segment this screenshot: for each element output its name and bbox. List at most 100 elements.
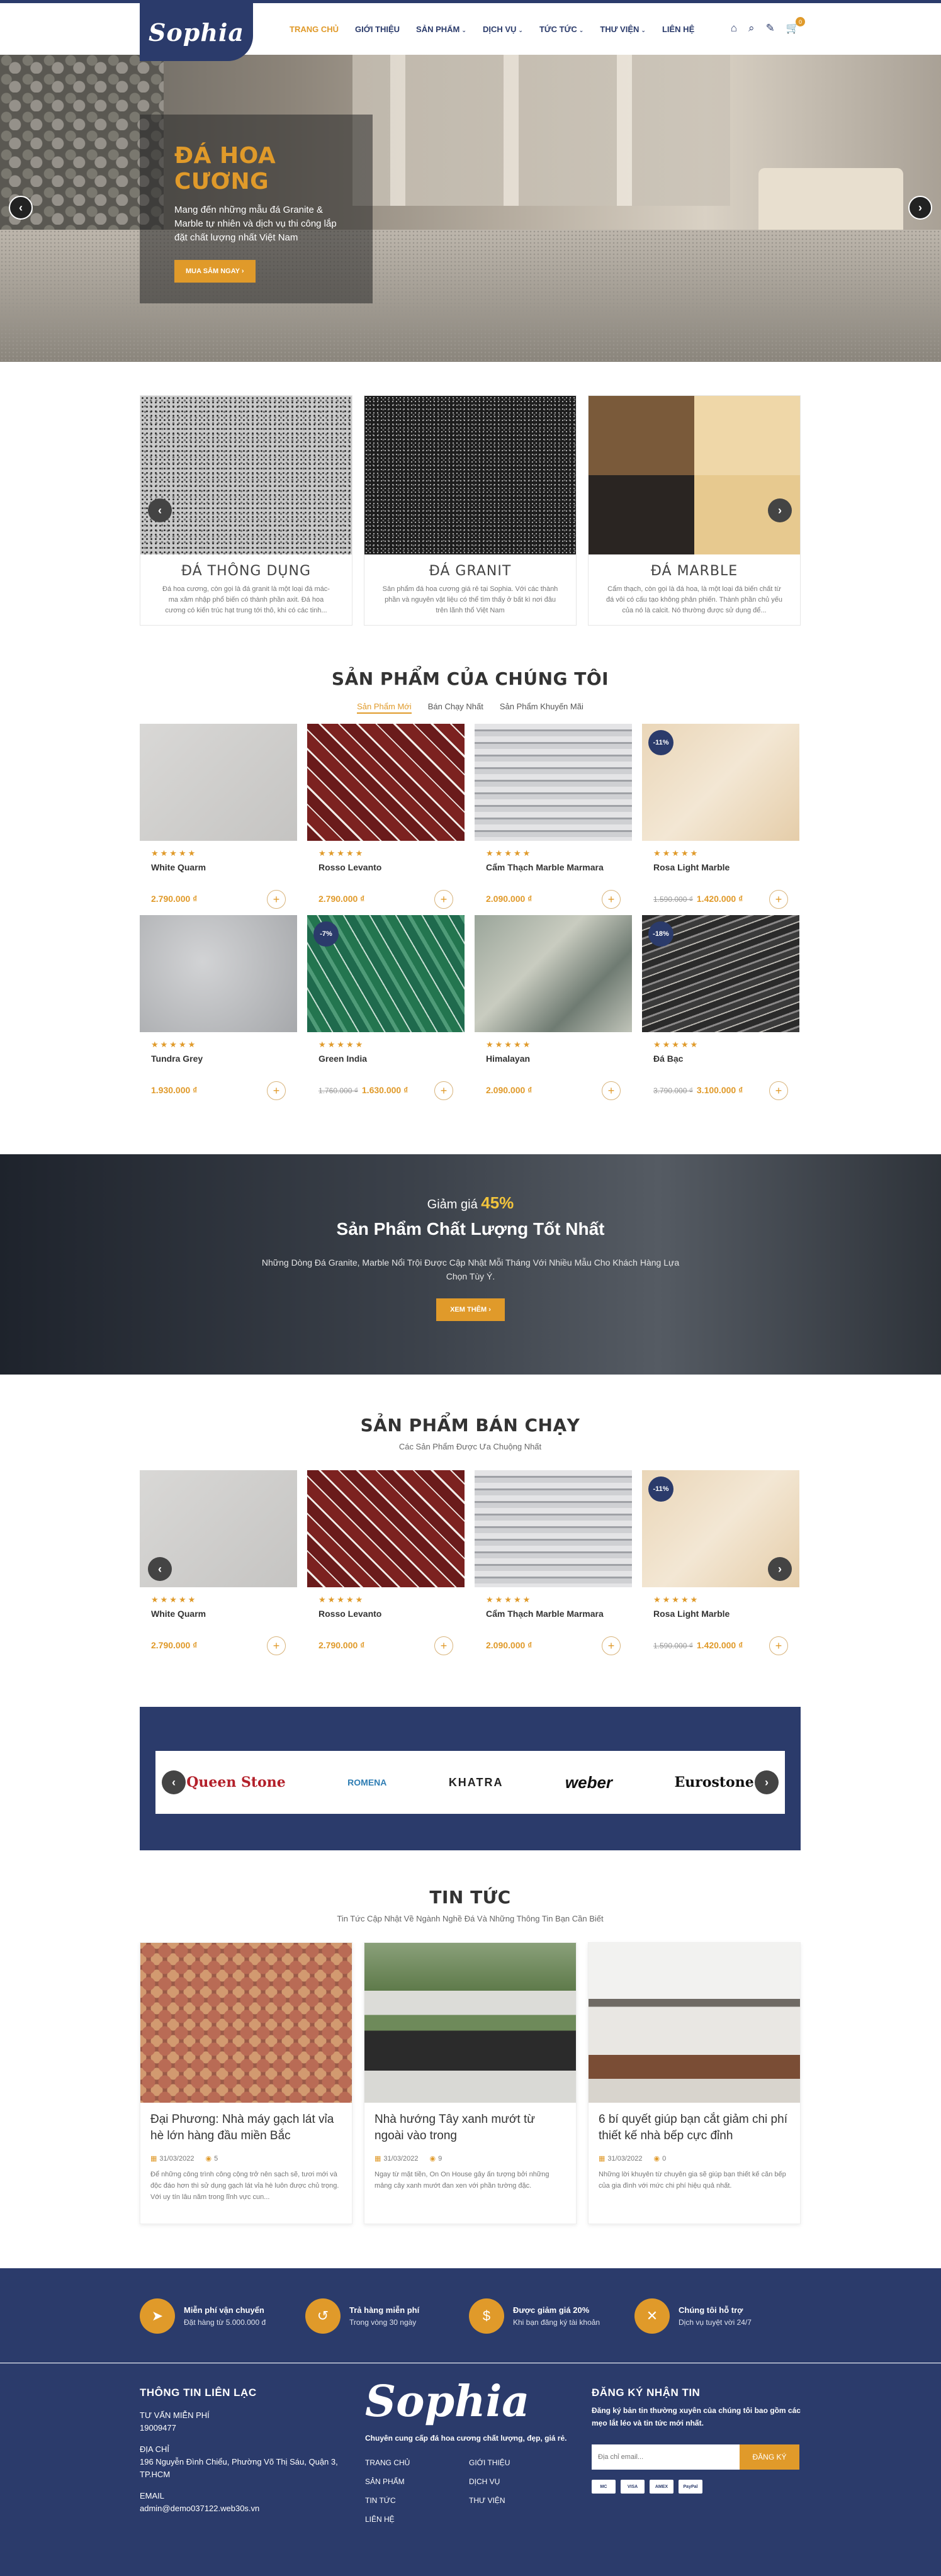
news-image[interactable] [589, 1943, 800, 2103]
product-card[interactable]: ★★★★★ Cẩm Thạch Marble Marmara 2.090.000 ₫… [475, 1470, 632, 1655]
product-name[interactable]: Rosso Levanto [318, 862, 465, 872]
footer-link[interactable]: GIỚI THIỆU [469, 2458, 563, 2467]
add-to-cart-icon[interactable]: + [769, 1636, 788, 1655]
partner-logo[interactable]: Queen Stone [186, 1774, 286, 1791]
add-to-cart-icon[interactable]: + [769, 1081, 788, 1100]
footer-link[interactable]: LIÊN HỆ [365, 2515, 469, 2524]
add-to-cart-icon[interactable]: + [434, 1081, 453, 1100]
product-card[interactable]: ★★★★★ Rosso Levanto 2.790.000 ₫ + [307, 724, 465, 909]
add-to-cart-icon[interactable]: + [267, 890, 286, 909]
news-card[interactable]: Đại Phương: Nhà máy gạch lát vỉa hè lớn … [140, 1942, 352, 2224]
subscribe-button[interactable]: ĐĂNG KÝ [740, 2444, 799, 2470]
newsletter-email-input[interactable] [592, 2444, 740, 2470]
product-image[interactable] [475, 915, 632, 1032]
add-to-cart-icon[interactable]: + [602, 890, 621, 909]
category-name[interactable]: ĐÁ GRANIT [364, 563, 576, 579]
product-image[interactable] [475, 724, 632, 841]
product-card[interactable]: ★★★★★ Himalayan 2.090.000 ₫ + [475, 915, 632, 1100]
category-card[interactable]: ĐÁ GRANIT Sản phẩm đá hoa cương giá rẻ tạ… [364, 395, 577, 626]
partner-logo[interactable]: Eurostone [674, 1774, 753, 1791]
see-more-button[interactable]: XEM THÊM › [436, 1298, 505, 1321]
product-card[interactable]: ★★★★★ Cẩm Thạch Marble Marmara 2.090.000 ₫… [475, 724, 632, 909]
news-title[interactable]: Đại Phương: Nhà máy gạch lát vỉa hè lớn … [150, 2112, 342, 2147]
product-name[interactable]: Tundra Grey [151, 1054, 297, 1064]
bestseller-prev-arrow-icon[interactable]: ‹ [148, 1557, 172, 1581]
product-image[interactable] [307, 1470, 465, 1587]
footer-link[interactable]: TRANG CHỦ [365, 2458, 469, 2467]
nav-item-0[interactable]: TRANG CHỦ [290, 25, 339, 34]
category-name[interactable]: ĐÁ THÔNG DỤNG [140, 563, 352, 579]
category-image[interactable] [140, 396, 352, 554]
news-title[interactable]: Nhà hướng Tây xanh mướt từ ngoài vào tro… [375, 2112, 566, 2147]
search-icon[interactable]: ⌕ [748, 22, 755, 35]
product-name[interactable]: Đá Bạc [653, 1054, 799, 1064]
tab-1[interactable]: Bán Chạy Nhất [428, 702, 483, 714]
product-name[interactable]: Green India [318, 1054, 465, 1064]
product-name[interactable]: Rosa Light Marble [653, 1609, 799, 1619]
product-image[interactable]: -18% [642, 915, 799, 1032]
news-card[interactable]: 6 bí quyết giúp bạn cắt giảm chi phí thi… [588, 1942, 801, 2224]
product-name[interactable]: White Quarm [151, 862, 297, 872]
edit-icon[interactable]: ✎ [766, 22, 775, 35]
product-card[interactable]: ★★★★★ White Quarm 2.790.000 ₫ + [140, 724, 297, 909]
product-card[interactable]: -18% ★★★★★ Đá Bạc 3.790.000 ₫ 3.100.000 ₫ + [642, 915, 799, 1100]
partners-next-arrow-icon[interactable]: › [755, 1770, 779, 1794]
tab-0[interactable]: Sản Phẩm Mới [357, 702, 412, 714]
hotline[interactable]: 19009477 [140, 2422, 347, 2434]
nav-item-1[interactable]: GIỚI THIỆU [355, 25, 400, 34]
add-to-cart-icon[interactable]: + [602, 1081, 621, 1100]
product-card[interactable]: -7% ★★★★★ Green India 1.760.000 ₫ 1.630.000 … [307, 915, 465, 1100]
add-to-cart-icon[interactable]: + [602, 1636, 621, 1655]
nav-item-6[interactable]: LIÊN HỆ [662, 25, 694, 34]
nav-item-2[interactable]: SẢN PHẨM ⌄ [416, 25, 466, 34]
product-image[interactable] [475, 1470, 632, 1587]
store-icon[interactable]: ⌂ [731, 22, 737, 35]
category-image[interactable] [589, 396, 800, 554]
product-card[interactable]: ★★★★★ Tundra Grey 1.930.000 ₫ + [140, 915, 297, 1100]
add-to-cart-icon[interactable]: + [267, 1636, 286, 1655]
product-card[interactable]: -11% ★★★★★ Rosa Light Marble 1.590.000 ₫ 1.4… [642, 724, 799, 909]
product-image[interactable] [140, 915, 297, 1032]
partner-logo[interactable]: ROMENA [347, 1777, 386, 1787]
news-card[interactable]: Nhà hướng Tây xanh mướt từ ngoài vào tro… [364, 1942, 577, 2224]
partner-logo[interactable]: weber [565, 1773, 612, 1792]
product-name[interactable]: White Quarm [151, 1609, 297, 1619]
shop-now-button[interactable]: MUA SẮM NGAY › [174, 260, 256, 283]
cart-icon[interactable]: 🛒 0 [786, 17, 805, 35]
product-image[interactable]: -11% [642, 724, 799, 841]
news-image[interactable] [140, 1943, 352, 2103]
product-image[interactable]: -7% [307, 915, 465, 1032]
product-name[interactable]: Himalayan [486, 1054, 632, 1064]
tab-2[interactable]: Sản Phẩm Khuyến Mãi [500, 702, 583, 714]
category-name[interactable]: ĐÁ MARBLE [589, 563, 800, 579]
footer-link[interactable]: THƯ VIỆN [469, 2496, 563, 2505]
add-to-cart-icon[interactable]: + [769, 890, 788, 909]
category-image[interactable] [364, 396, 576, 554]
category-prev-arrow-icon[interactable]: ‹ [148, 498, 172, 522]
product-name[interactable]: Rosso Levanto [318, 1609, 465, 1619]
partner-logo[interactable]: KHATRA [449, 1776, 504, 1789]
product-image[interactable] [307, 724, 465, 841]
footer-link[interactable]: SẢN PHẨM [365, 2477, 469, 2486]
add-to-cart-icon[interactable]: + [267, 1081, 286, 1100]
product-name[interactable]: Cẩm Thạch Marble Marmara [486, 862, 632, 872]
footer-link[interactable]: TIN TỨC [365, 2496, 469, 2505]
footer-logo[interactable]: Sophia [365, 2376, 573, 2427]
add-to-cart-icon[interactable]: + [434, 1636, 453, 1655]
logo[interactable]: Sophia [140, 3, 253, 61]
footer-link[interactable]: DỊCH VỤ [469, 2477, 563, 2486]
category-next-arrow-icon[interactable]: › [768, 498, 792, 522]
partners-prev-arrow-icon[interactable]: ‹ [162, 1770, 186, 1794]
product-name[interactable]: Rosa Light Marble [653, 862, 799, 872]
email[interactable]: admin@demo037122.web30s.vn [140, 2502, 347, 2515]
bestseller-next-arrow-icon[interactable]: › [768, 1557, 792, 1581]
product-name[interactable]: Cẩm Thạch Marble Marmara [486, 1609, 632, 1619]
nav-item-3[interactable]: DỊCH VỤ ⌄ [483, 25, 523, 34]
product-image[interactable] [140, 724, 297, 841]
news-image[interactable] [364, 1943, 576, 2103]
hero-next-arrow-icon[interactable]: › [908, 196, 932, 220]
product-card[interactable]: ★★★★★ Rosso Levanto 2.790.000 ₫ + [307, 1470, 465, 1655]
nav-item-4[interactable]: TỨC TỨC ⌄ [539, 25, 583, 34]
nav-item-5[interactable]: THƯ VIỆN ⌄ [600, 25, 646, 34]
news-title[interactable]: 6 bí quyết giúp bạn cắt giảm chi phí thi… [599, 2112, 790, 2147]
